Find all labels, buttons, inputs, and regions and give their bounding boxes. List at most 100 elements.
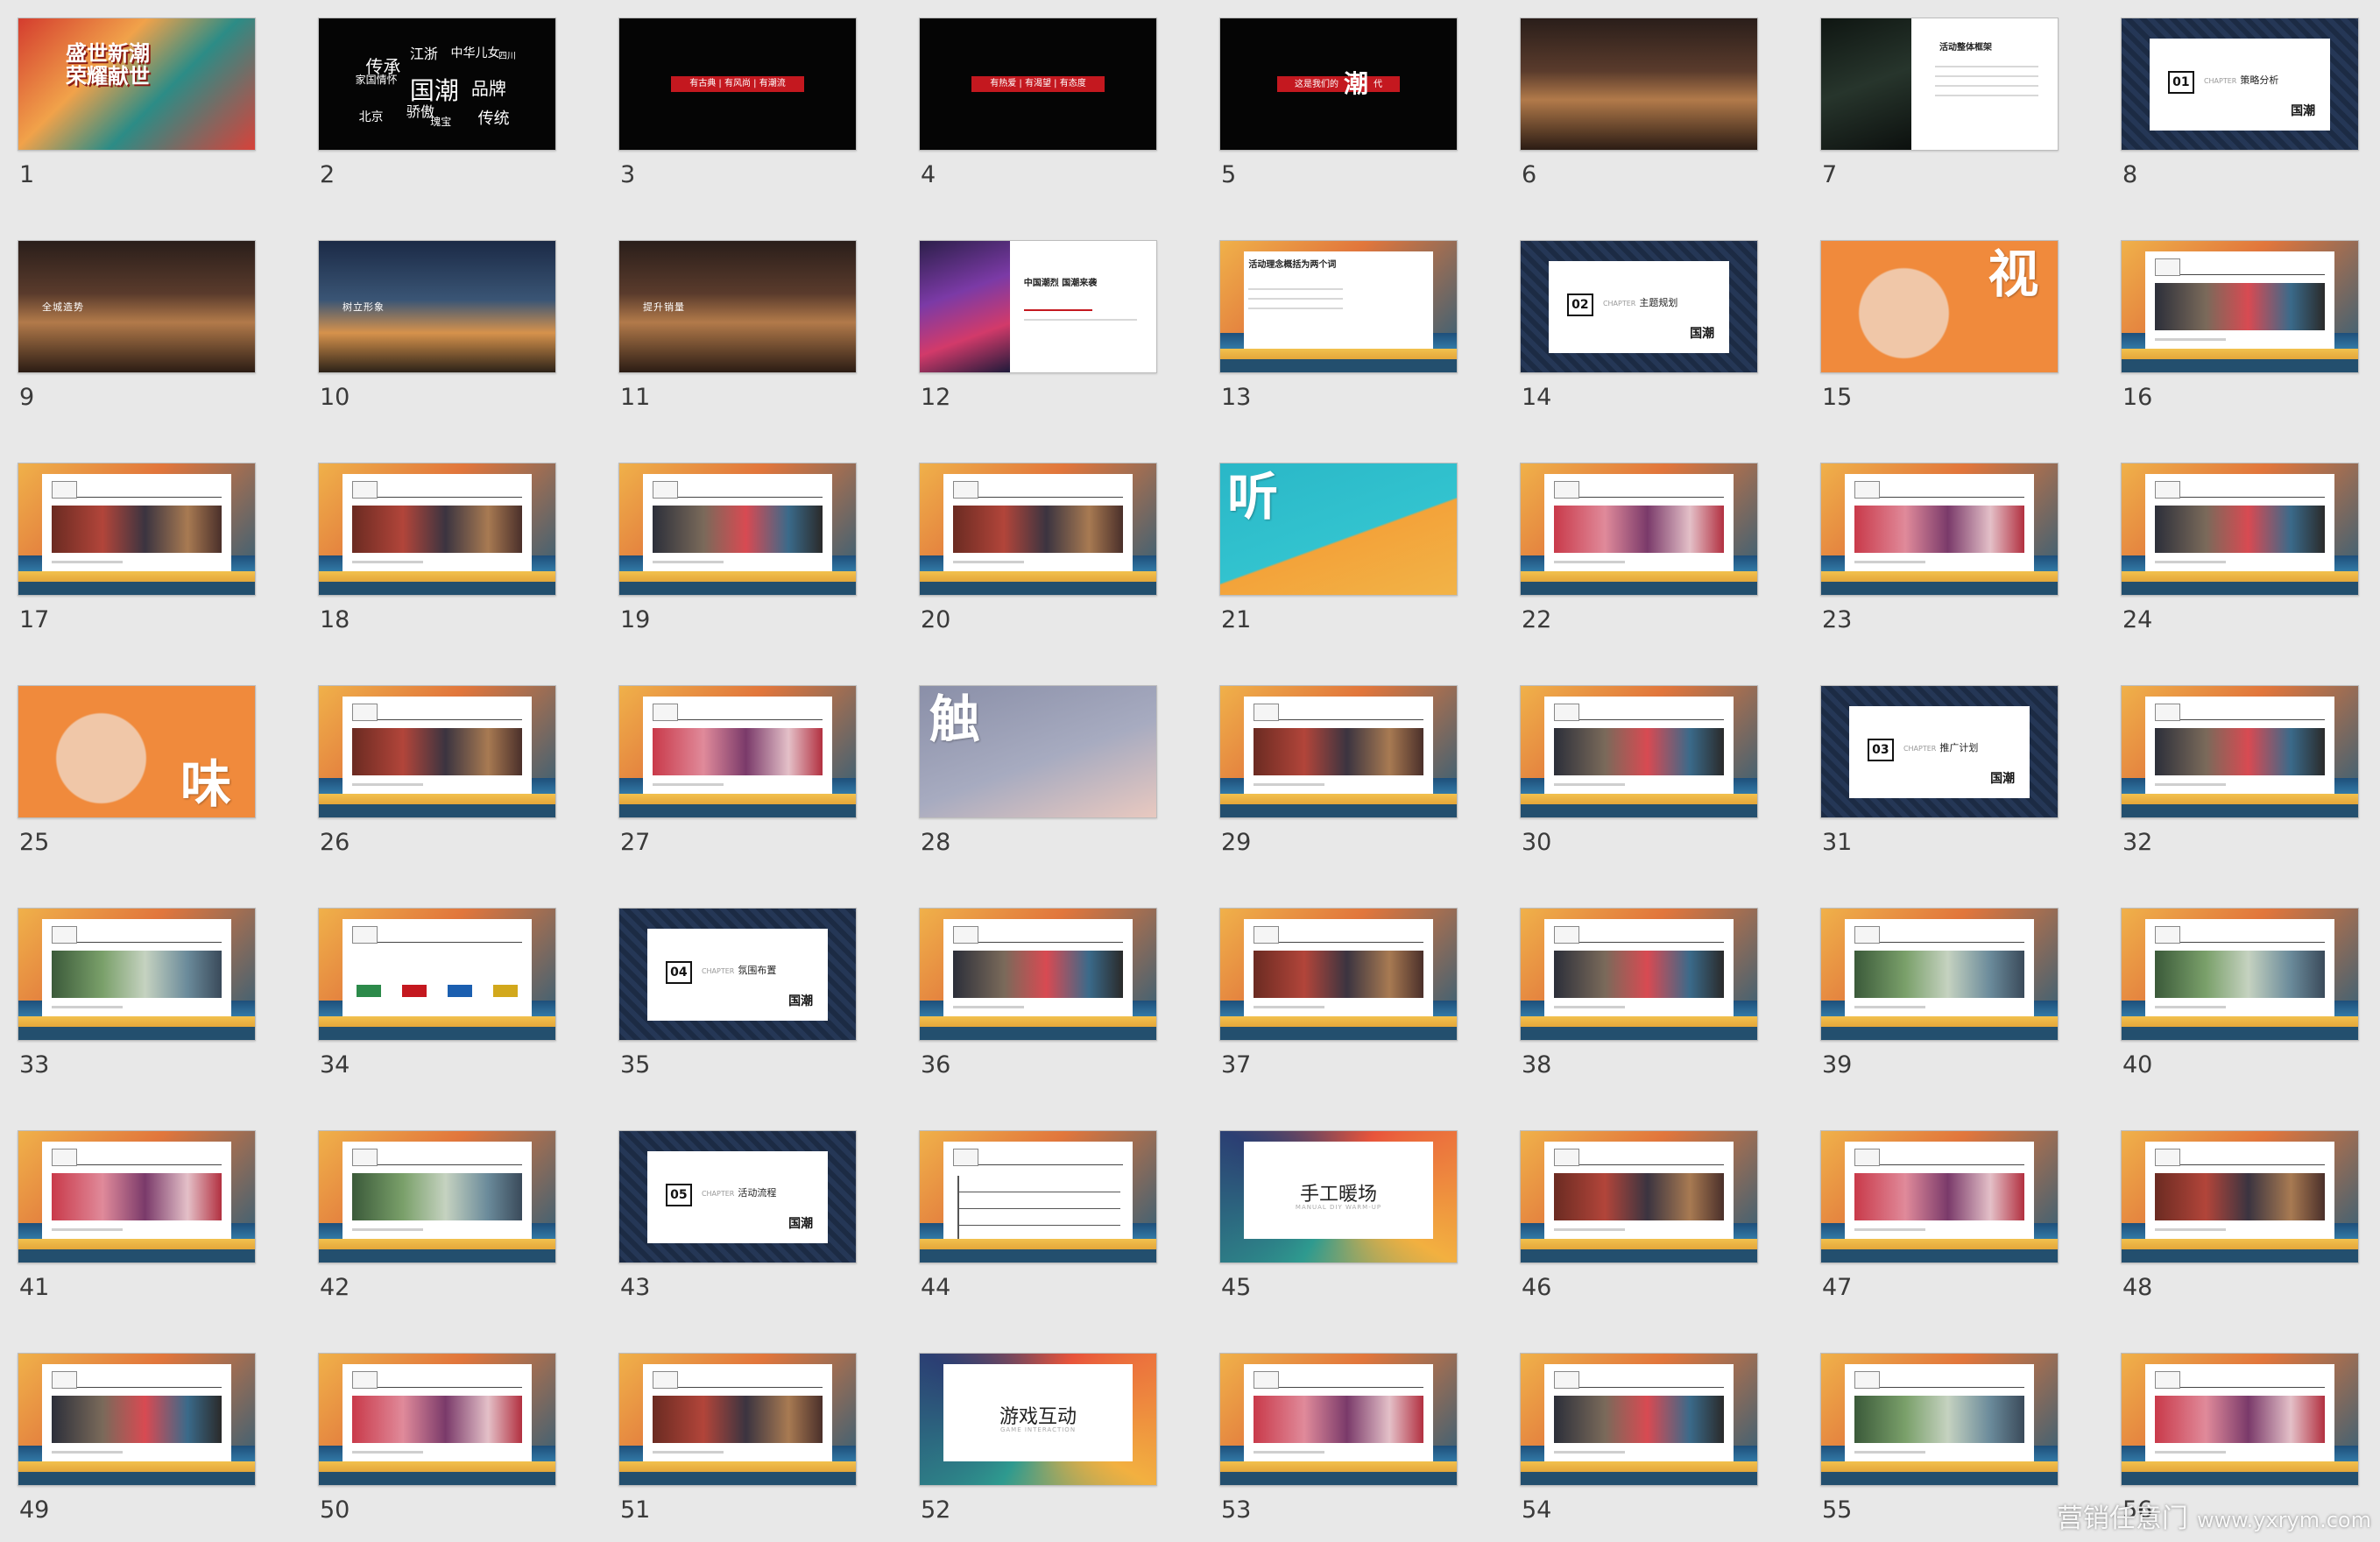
slide-thumbnail[interactable]: 04 CHAPTER 氛围布置 国潮 xyxy=(618,908,857,1041)
slide-thumbnail[interactable] xyxy=(1820,463,2059,596)
slide-cell[interactable]: 03 CHAPTER 推广计划 国潮 31 xyxy=(1820,685,2059,854)
slide-cell[interactable]: 游戏互动 GAME INTERACTION 52 xyxy=(919,1353,1157,1522)
slide-thumbnail[interactable] xyxy=(18,1130,256,1263)
slide-thumbnail[interactable] xyxy=(1820,1130,2059,1263)
slide-thumbnail[interactable]: 手工暖场 MANUAL DIY WARM-UP xyxy=(1219,1130,1458,1263)
slide-thumbnail[interactable] xyxy=(1520,18,1758,151)
slide-cell[interactable]: 味 25 xyxy=(18,685,256,854)
slide-cell[interactable]: 6 xyxy=(1520,18,1758,187)
slide-cell[interactable]: 手工暖场 MANUAL DIY WARM-UP 45 xyxy=(1219,1130,1458,1299)
slide-thumbnail[interactable] xyxy=(1520,1353,1758,1486)
slide-cell[interactable]: 27 xyxy=(618,685,857,854)
slide-thumbnail[interactable] xyxy=(2121,240,2359,373)
slide-thumbnail[interactable] xyxy=(1520,463,1758,596)
slide-thumbnail[interactable] xyxy=(1219,685,1458,818)
slide-thumbnail[interactable] xyxy=(318,463,556,596)
slide-cell[interactable]: 34 xyxy=(318,908,556,1077)
slide-thumbnail[interactable]: 03 CHAPTER 推广计划 国潮 xyxy=(1820,685,2059,818)
slide-cell[interactable]: 01 CHAPTER 策略分析 国潮 8 xyxy=(2121,18,2359,187)
slide-thumbnail[interactable]: 中国潮烈 国潮来袭 xyxy=(919,240,1157,373)
slide-thumbnail[interactable] xyxy=(618,1353,857,1486)
slide-thumbnail[interactable] xyxy=(1520,908,1758,1041)
slide-thumbnail[interactable]: 有热爱 | 有渴望 | 有态度 xyxy=(919,18,1157,151)
slide-cell[interactable]: 33 xyxy=(18,908,256,1077)
slide-thumbnail[interactable]: 传承 江浙 中华儿女 四川 国潮 家国情怀 品牌 骄傲 北京 瑰宝 传统 xyxy=(318,18,556,151)
slide-thumbnail[interactable] xyxy=(18,1353,256,1486)
slide-thumbnail[interactable] xyxy=(919,908,1157,1041)
slide-cell[interactable]: 26 xyxy=(318,685,556,854)
slide-cell[interactable]: 24 xyxy=(2121,463,2359,632)
slide-thumbnail[interactable] xyxy=(2121,463,2359,596)
slide-thumbnail[interactable]: 触 xyxy=(919,685,1157,818)
slide-cell[interactable]: 02 CHAPTER 主题规划 国潮 14 xyxy=(1520,240,1758,409)
slide-cell[interactable]: 提升销量 11 xyxy=(618,240,857,409)
slide-cell[interactable]: 有热爱 | 有渴望 | 有态度 4 xyxy=(919,18,1157,187)
slide-thumbnail[interactable]: 活动整体框架 xyxy=(1820,18,2059,151)
slide-thumbnail[interactable] xyxy=(1820,908,2059,1041)
slide-cell[interactable]: 55 xyxy=(1820,1353,2059,1522)
slide-thumbnail[interactable] xyxy=(919,1130,1157,1263)
slide-thumbnail[interactable] xyxy=(2121,908,2359,1041)
slide-cell[interactable]: 20 xyxy=(919,463,1157,632)
slide-cell[interactable]: 56 xyxy=(2121,1353,2359,1522)
slide-thumbnail[interactable] xyxy=(618,685,857,818)
slide-cell[interactable]: 17 xyxy=(18,463,256,632)
slide-cell[interactable]: 53 xyxy=(1219,1353,1458,1522)
slide-cell[interactable]: 38 xyxy=(1520,908,1758,1077)
slide-thumbnail[interactable] xyxy=(1520,1130,1758,1263)
slide-cell[interactable]: 全城造势 9 xyxy=(18,240,256,409)
slide-cell[interactable]: 19 xyxy=(618,463,857,632)
slide-thumbnail[interactable]: 味 xyxy=(18,685,256,818)
slide-thumbnail[interactable]: 全城造势 xyxy=(18,240,256,373)
slide-cell[interactable]: 23 xyxy=(1820,463,2059,632)
slide-thumbnail[interactable] xyxy=(618,463,857,596)
slide-cell[interactable]: 49 xyxy=(18,1353,256,1522)
slide-cell[interactable]: 32 xyxy=(2121,685,2359,854)
slide-cell[interactable]: 40 xyxy=(2121,908,2359,1077)
slide-cell[interactable]: 36 xyxy=(919,908,1157,1077)
slide-cell[interactable]: 盛世新潮 荣耀献世 1 xyxy=(18,18,256,187)
slide-cell[interactable]: 传承 江浙 中华儿女 四川 国潮 家国情怀 品牌 骄傲 北京 瑰宝 传统 2 xyxy=(318,18,556,187)
slide-thumbnail[interactable]: 视 xyxy=(1820,240,2059,373)
slide-cell[interactable]: 29 xyxy=(1219,685,1458,854)
slide-cell[interactable]: 54 xyxy=(1520,1353,1758,1522)
slide-thumbnail[interactable]: 听 xyxy=(1219,463,1458,596)
slide-thumbnail[interactable] xyxy=(1520,685,1758,818)
slide-cell[interactable]: 中国潮烈 国潮来袭 12 xyxy=(919,240,1157,409)
slide-thumbnail[interactable] xyxy=(18,908,256,1041)
slide-thumbnail[interactable]: 这是我们的潮代 xyxy=(1219,18,1458,151)
slide-cell[interactable]: 树立形象 10 xyxy=(318,240,556,409)
slide-cell[interactable]: 30 xyxy=(1520,685,1758,854)
slide-cell[interactable]: 有古典 | 有风尚 | 有潮流 3 xyxy=(618,18,857,187)
slide-thumbnail[interactable] xyxy=(919,463,1157,596)
slide-thumbnail[interactable]: 盛世新潮 荣耀献世 xyxy=(18,18,256,151)
slide-cell[interactable]: 51 xyxy=(618,1353,857,1522)
slide-cell[interactable]: 18 xyxy=(318,463,556,632)
slide-cell[interactable]: 视 15 xyxy=(1820,240,2059,409)
slide-thumbnail[interactable]: 树立形象 xyxy=(318,240,556,373)
slide-thumbnail[interactable] xyxy=(1219,1353,1458,1486)
slide-cell[interactable]: 22 xyxy=(1520,463,1758,632)
slide-thumbnail[interactable] xyxy=(318,1353,556,1486)
slide-thumbnail[interactable]: 有古典 | 有风尚 | 有潮流 xyxy=(618,18,857,151)
slide-cell[interactable]: 活动整体框架 7 xyxy=(1820,18,2059,187)
slide-thumbnail[interactable]: 提升销量 xyxy=(618,240,857,373)
slide-thumbnail[interactable] xyxy=(18,463,256,596)
slide-thumbnail[interactable]: 01 CHAPTER 策略分析 国潮 xyxy=(2121,18,2359,151)
slide-cell[interactable]: 41 xyxy=(18,1130,256,1299)
slide-cell[interactable]: 05 CHAPTER 活动流程 国潮 43 xyxy=(618,1130,857,1299)
slide-thumbnail[interactable] xyxy=(2121,685,2359,818)
slide-thumbnail[interactable] xyxy=(318,908,556,1041)
slide-thumbnail[interactable] xyxy=(2121,1130,2359,1263)
slide-thumbnail[interactable]: 活动理念概括为两个词 xyxy=(1219,240,1458,373)
slide-cell[interactable]: 活动理念概括为两个词 13 xyxy=(1219,240,1458,409)
slide-cell[interactable]: 47 xyxy=(1820,1130,2059,1299)
slide-cell[interactable]: 42 xyxy=(318,1130,556,1299)
slide-cell[interactable]: 50 xyxy=(318,1353,556,1522)
slide-thumbnail[interactable]: 02 CHAPTER 主题规划 国潮 xyxy=(1520,240,1758,373)
slide-cell[interactable]: 44 xyxy=(919,1130,1157,1299)
slide-thumbnail[interactable] xyxy=(318,685,556,818)
slide-cell[interactable]: 48 xyxy=(2121,1130,2359,1299)
slide-cell[interactable]: 触 28 xyxy=(919,685,1157,854)
slide-thumbnail[interactable] xyxy=(1219,908,1458,1041)
